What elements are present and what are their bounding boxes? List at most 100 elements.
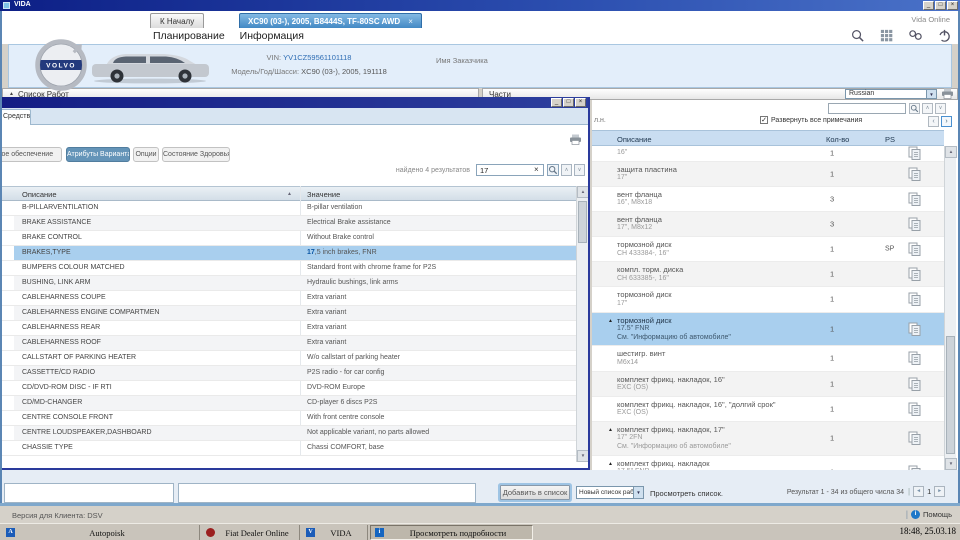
menu-item-1[interactable]: Информация (240, 30, 304, 42)
taskbar-item-1[interactable]: Fiat Dealer Online (202, 525, 300, 540)
list-item[interactable]: вент фланца17", М8х123 (592, 212, 944, 237)
chevron-down-icon[interactable]: ▼ (633, 487, 643, 498)
document-icon[interactable] (908, 431, 921, 445)
maximize-icon[interactable]: □ (935, 1, 946, 10)
add-to-list-button[interactable]: Добавить в список (500, 485, 570, 500)
list-item[interactable]: тормозной дискCH 433384-, 16"1SP (592, 237, 944, 262)
list-item[interactable]: тормозной диск17"1 (592, 287, 944, 312)
grid-menu-icon[interactable] (878, 28, 895, 43)
search-icon[interactable] (547, 164, 559, 176)
sc roll-up-icon[interactable]: ▲ (577, 186, 589, 198)
table-row[interactable]: CENTRE CONSOLE FRONTWith front centre co… (0, 411, 576, 426)
keys-icon[interactable] (907, 28, 924, 43)
scrollbar-thumb[interactable] (946, 336, 955, 454)
parts-search-input[interactable] (828, 103, 906, 114)
list-item[interactable]: вент фланца16", М8х183 (592, 187, 944, 212)
attribute-tab-3[interactable]: Состояние Здоровья (162, 147, 230, 162)
column-header-ps[interactable]: PS (885, 135, 895, 144)
table-row[interactable]: CASSETTE/CD RADIOP2S radio - for car con… (0, 366, 576, 381)
list-item[interactable]: 16"1 (592, 146, 944, 162)
help-icon[interactable]: i (911, 510, 920, 519)
document-icon[interactable] (908, 167, 921, 181)
table-row[interactable]: CD/MD-CHANGERCD-player 6 discs P2S (0, 396, 576, 411)
table-row[interactable]: BRAKES,TYPE17,5 inch brakes, FNR (0, 246, 576, 261)
document-icon[interactable] (908, 351, 921, 365)
minimize-icon[interactable]: _ (923, 1, 934, 10)
table-row[interactable]: CENTRE LOUDSPEAKER,DASHBOARDNot applicab… (0, 426, 576, 441)
attribute-tab-0[interactable]: Программное обеспечение (0, 147, 62, 162)
list-item[interactable]: компл. торм. дискаCH 633385-, 16"1 (592, 262, 944, 287)
scrollbar-thumb[interactable] (578, 201, 587, 243)
list-item[interactable]: ▲комплект фрикц. накладок17.5" FNRСм. "И… (592, 456, 944, 470)
search-prev-icon[interactable]: ∧ (561, 164, 572, 176)
popup-titlebar[interactable] (0, 97, 588, 108)
table-row[interactable]: CABLEHARNESS ROOFExtra variant (0, 336, 576, 351)
close-icon[interactable]: × (947, 1, 958, 10)
search-icon[interactable] (849, 28, 866, 43)
close-icon[interactable]: × (575, 98, 586, 107)
tab-close-icon[interactable]: × (408, 17, 413, 28)
column-header-description[interactable]: Описание (617, 135, 652, 144)
table-row[interactable]: B-PILLARVENTILATIONB-pillar ventilation (0, 201, 576, 216)
scroll-down-icon[interactable]: ▼ (945, 458, 957, 470)
column-header-qty[interactable]: Кол-во (826, 135, 849, 144)
list-item[interactable]: защита пластина17"1 (592, 162, 944, 187)
expand-notes-checkbox[interactable]: ✓ (760, 116, 768, 124)
page-prev-icon[interactable]: ◄ (913, 486, 924, 497)
tab-vehicle-details[interactable]: Средства (0, 109, 31, 125)
page-next-icon[interactable]: ► (934, 486, 945, 497)
document-icon[interactable] (908, 242, 921, 256)
table-row[interactable]: CABLEHARNESS REARExtra variant (0, 321, 576, 336)
note-prev-icon[interactable]: ‹ (928, 116, 939, 127)
view-list-link[interactable]: Просмотреть список. (650, 489, 723, 498)
maximize-icon[interactable]: □ (563, 98, 574, 107)
document-icon[interactable] (908, 146, 921, 160)
list-item[interactable]: ▲комплект фрикц. накладок, 17"17" 2FNСм.… (592, 422, 944, 456)
note-next-icon[interactable]: › (941, 116, 952, 127)
menu-item-0[interactable]: Планирование (153, 30, 225, 42)
table-row[interactable]: CD/DVD-ROM DISC - IF RTIDVD-ROM Europe (0, 381, 576, 396)
document-icon[interactable] (908, 377, 921, 391)
document-icon[interactable] (908, 322, 921, 336)
search-prev-icon[interactable]: ∧ (922, 103, 933, 114)
table-row[interactable]: CALLSTART OF PARKING HEATERW/o callstart… (0, 351, 576, 366)
list-item[interactable]: шестигр. винтМ6х141 (592, 346, 944, 371)
document-icon[interactable] (908, 267, 921, 281)
document-icon[interactable] (908, 402, 921, 416)
print-icon[interactable] (941, 88, 954, 99)
help-label[interactable]: Помощь (923, 510, 952, 519)
table-row[interactable]: CABLEHARNESS ENGINE COMPARTMENExtra vari… (0, 306, 576, 321)
scroll-up-icon[interactable]: ▲ (945, 146, 957, 158)
attribute-tab-2[interactable]: Опции (133, 147, 159, 162)
tab-vehicle[interactable]: XC90 (03-), 2005, B8444S, TF-80SC AWD × (239, 13, 422, 28)
document-icon[interactable] (908, 292, 921, 306)
power-icon[interactable] (936, 28, 953, 43)
attribute-scrollbar[interactable]: ▲ ▼ (576, 186, 588, 462)
list-item[interactable]: ▲тормозной диск17.5" FNRСм. "Информацию … (592, 313, 944, 347)
tab-home[interactable]: К Началу (150, 13, 204, 28)
clear-search-icon[interactable]: × (534, 165, 539, 174)
list-item[interactable]: комплект фрикц. накладок, 16"EXC (OS)1 (592, 372, 944, 397)
print-icon[interactable] (569, 134, 582, 145)
taskbar-item-3[interactable]: iПросмотреть подробности (370, 525, 533, 540)
table-row[interactable]: CHASSIE TYPEChassi COMFORT, base (0, 441, 576, 456)
scroll-down-icon[interactable]: ▼ (577, 450, 589, 462)
search-next-icon[interactable]: ∨ (935, 103, 946, 114)
search-icon[interactable] (909, 103, 920, 114)
chevron-down-icon[interactable]: ▼ (926, 90, 936, 98)
table-row[interactable]: BRAKE CONTROLWithout Brake control (0, 231, 576, 246)
minimize-icon[interactable]: _ (551, 98, 562, 107)
search-next-icon[interactable]: ∨ (574, 164, 585, 176)
worklist-dropdown[interactable]: Новый список работ ▼ (576, 486, 644, 499)
attribute-tab-1[interactable]: Атрибуты Варианта (66, 147, 130, 162)
column-header-value[interactable]: Значение (307, 190, 340, 199)
column-header-description[interactable]: Описание (22, 190, 57, 199)
taskbar-item-2[interactable]: VVIDA (302, 525, 368, 540)
language-select[interactable]: Russian ▼ (845, 89, 937, 99)
list-item[interactable]: комплект фрикц. накладок, 16", "долгий с… (592, 397, 944, 422)
table-row[interactable]: BRAKE ASSISTANCEElectrical Brake assista… (0, 216, 576, 231)
vin-value[interactable]: YV1CZ59561101118 (283, 53, 351, 62)
taskbar-item-0[interactable]: AAutopoisk (2, 525, 200, 540)
parts-scrollbar[interactable]: ▲ ▼ (944, 146, 956, 470)
document-icon[interactable] (908, 192, 921, 206)
